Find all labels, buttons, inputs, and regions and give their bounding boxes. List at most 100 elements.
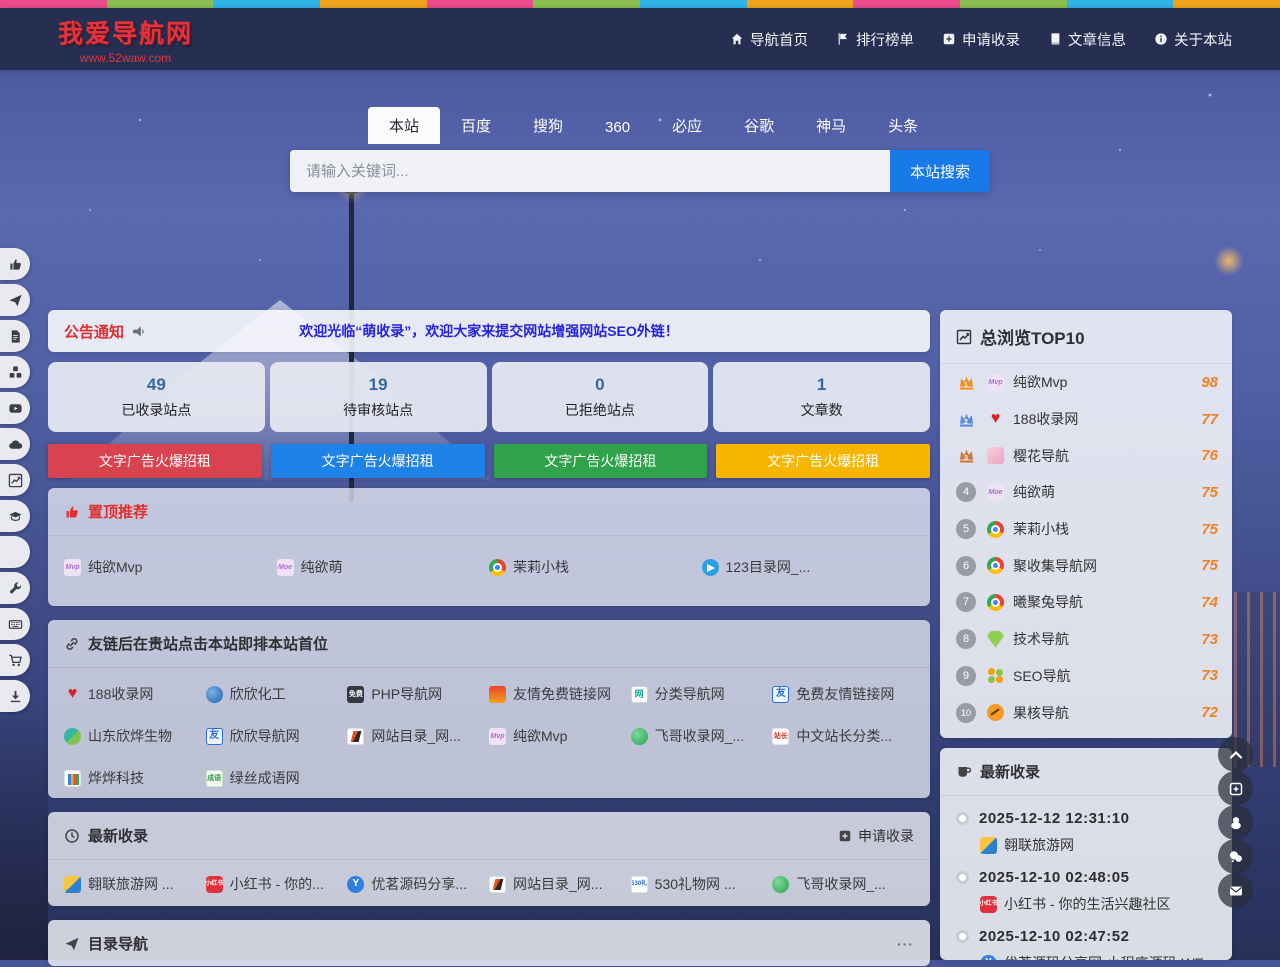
tool-pill-download[interactable]	[0, 680, 30, 712]
search-tab-bing[interactable]: 必应	[651, 107, 723, 144]
search-tab-google[interactable]: 谷歌	[723, 107, 795, 144]
site-name: 小红书 - 你的...	[230, 874, 324, 894]
recent-link[interactable]: 翱联旅游网	[980, 835, 1216, 855]
search-tab-toutiao[interactable]: 头条	[867, 107, 939, 144]
latest-link[interactable]: 飞哥收录网_...	[772, 874, 914, 894]
video-icon	[8, 401, 23, 416]
tool-pill-shop[interactable]	[0, 644, 30, 676]
site-name: PHP导航网	[371, 684, 442, 704]
top10-row[interactable]: 7 曦聚兔导航 74	[940, 584, 1232, 621]
tool-pill-video[interactable]	[0, 392, 30, 424]
top10-row[interactable]: 9 SEO导航 73	[940, 658, 1232, 695]
site-favicon: Y	[347, 876, 364, 893]
nav-item-ranking[interactable]: 排行榜单	[836, 29, 914, 50]
recent-link[interactable]: Y优茗源码分享网-小程序源码-WE...	[980, 953, 1216, 960]
mail-contact-button[interactable]	[1218, 873, 1253, 908]
site-logo[interactable]: 我爱导航网 www.52waw.com	[58, 14, 193, 65]
qq-contact-button[interactable]	[1218, 805, 1253, 840]
quick-add-button[interactable]	[1218, 771, 1253, 806]
top10-row[interactable]: 8 技术导航 73	[940, 621, 1232, 658]
latest-link[interactable]: 网站目录_网...	[489, 874, 631, 894]
latest-link[interactable]: Y 优茗源码分享...	[347, 874, 489, 894]
ad-banner[interactable]: 文字广告火爆招租	[716, 444, 930, 478]
tool-pill-like[interactable]	[0, 248, 30, 280]
friend-link[interactable]: Mvp纯欲Mvp	[489, 726, 631, 746]
friend-link[interactable]: 网站目录_网...	[347, 726, 489, 746]
tool-pill-trending[interactable]	[0, 464, 30, 496]
stat-value: 19	[369, 375, 388, 395]
rank-badge: 4	[954, 482, 978, 502]
latest-link[interactable]: 小红书小红书 - 你的...	[206, 874, 348, 894]
friend-link[interactable]: 免费PHP导航网	[347, 684, 489, 704]
nav-item-articles[interactable]: 文章信息	[1048, 29, 1126, 50]
friend-link[interactable]: 烨烨科技	[64, 768, 206, 788]
pinned-items: Mvp纯欲Mvp Moe纯欲萌 茉莉小栈 123目录网_...	[48, 536, 930, 598]
friends-header: 友链后在贵站点击本站即排本站首位	[48, 620, 930, 668]
back-to-top-button[interactable]	[1218, 737, 1253, 772]
tool-pill-telegram[interactable]	[0, 284, 30, 316]
top10-row[interactable]: 2 ♥ 188收录网 77	[940, 401, 1232, 438]
top-color-stripe	[0, 0, 1280, 8]
nav-item-submit[interactable]: 申请收录	[942, 29, 1020, 50]
site-favicon	[64, 728, 81, 745]
friend-link[interactable]: 友情免费链接网	[489, 684, 631, 704]
pinned-link[interactable]: 123目录网_...	[702, 557, 915, 577]
top10-row[interactable]: 3 樱花导航 76	[940, 437, 1232, 474]
directory-more-button[interactable]: ···	[897, 936, 914, 952]
friend-link[interactable]: 成语绿丝成语网	[206, 768, 348, 788]
site-name: 网站目录_网...	[513, 874, 602, 894]
tool-pill-cloud[interactable]	[0, 428, 30, 460]
top10-row[interactable]: 6 聚收集导航网 75	[940, 547, 1232, 584]
pinned-link[interactable]: Mvp纯欲Mvp	[64, 557, 277, 577]
top10-row[interactable]: 1 Mvp 纯欲Mvp 98	[940, 364, 1232, 401]
friend-link[interactable]: 站长中文站长分类...	[772, 726, 914, 746]
download-icon	[8, 689, 23, 704]
site-favicon: 网	[631, 686, 648, 703]
friend-link[interactable]: 友欣欣导航网	[206, 726, 348, 746]
friend-link[interactable]: 欣欣化工	[206, 684, 348, 704]
friend-link[interactable]: 友免费友情链接网	[772, 684, 914, 704]
tool-pill-keyboard[interactable]	[0, 608, 30, 640]
recent-item: 2025-12-12 12:31:10 翱联旅游网	[940, 810, 1232, 855]
stat-rejected: 0 已拒绝站点	[492, 362, 709, 432]
top10-row[interactable]: 10 果核导航 72	[940, 694, 1232, 731]
search-tab-360[interactable]: 360	[584, 111, 651, 144]
ad-banner[interactable]: 文字广告火爆招租	[271, 444, 485, 478]
tool-pill-tools[interactable]	[0, 572, 30, 604]
wechat-contact-button[interactable]	[1218, 839, 1253, 874]
latest-link[interactable]: 翱联旅游网 ...	[64, 874, 206, 894]
ad-banner-row: 文字广告火爆招租 文字广告火爆招租 文字广告火爆招租 文字广告火爆招租	[48, 444, 930, 478]
stat-value: 49	[147, 375, 166, 395]
ad-banner[interactable]: 文字广告火爆招租	[494, 444, 708, 478]
search-input[interactable]	[290, 150, 890, 192]
ad-banner[interactable]: 文字广告火爆招租	[48, 444, 262, 478]
search-tab-baidu[interactable]: 百度	[440, 107, 512, 144]
search-tab-sogou[interactable]: 搜狗	[512, 107, 584, 144]
site-name: 优茗源码分享...	[371, 874, 467, 894]
pinned-link[interactable]: 茉莉小栈	[489, 557, 702, 577]
recent-link[interactable]: 小红书小红书 - 你的生活兴趣社区	[980, 894, 1216, 914]
friend-link[interactable]: 飞哥收录网_...	[631, 726, 773, 746]
search-tab-local[interactable]: 本站	[368, 107, 440, 144]
search-button[interactable]: 本站搜索	[890, 150, 990, 192]
top10-row[interactable]: 4 Moe 纯欲萌 75	[940, 474, 1232, 511]
chart-line-icon	[956, 329, 972, 345]
friend-link[interactable]: 山东欣烨生物	[64, 726, 206, 746]
latest-link[interactable]: 530礼530礼物网 ...	[631, 874, 773, 894]
tool-pill-document[interactable]	[0, 320, 30, 352]
paper-plane-icon	[8, 293, 23, 308]
nav-item-about[interactable]: 关于本站	[1154, 29, 1232, 50]
pinned-link[interactable]: Moe纯欲萌	[277, 557, 490, 577]
apply-include-button[interactable]: 申请收录	[838, 826, 914, 846]
site-favicon	[987, 447, 1004, 464]
friend-links-section: 友链后在贵站点击本站即排本站首位 ♥188收录网 欣欣化工 免费PHP导航网 友…	[48, 620, 930, 798]
nav-item-home[interactable]: 导航首页	[730, 29, 808, 50]
rank-badge: 8	[954, 629, 978, 649]
friend-link[interactable]: ♥188收录网	[64, 684, 206, 704]
tool-pill-education[interactable]	[0, 500, 30, 532]
friend-link[interactable]: 网分类导航网	[631, 684, 773, 704]
search-tab-shenma[interactable]: 神马	[795, 107, 867, 144]
tool-pill-cubes[interactable]	[0, 356, 30, 388]
top10-row[interactable]: 5 茉莉小栈 75	[940, 511, 1232, 548]
tool-pill-blank[interactable]	[0, 536, 30, 568]
